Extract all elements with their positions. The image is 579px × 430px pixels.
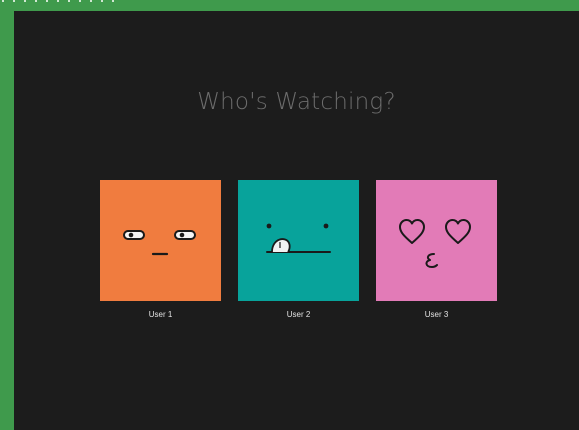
profile-user-1[interactable]: User 1 <box>100 180 221 319</box>
profile-user-3[interactable]: User 3 <box>376 180 497 319</box>
avatar[interactable] <box>100 180 221 301</box>
profile-name: User 3 <box>424 310 449 319</box>
avatar[interactable] <box>238 180 359 301</box>
kissing-heart-eyes-face-icon <box>376 180 497 301</box>
profile-selection-screen: Who's Watching? User 1 User 2 User 3 <box>14 11 579 430</box>
profile-name: User 1 <box>148 310 173 319</box>
sleepy-face-icon <box>100 180 221 301</box>
tongue-out-face-icon <box>238 180 359 301</box>
profile-user-2[interactable]: User 2 <box>238 180 359 319</box>
profile-name: User 2 <box>286 310 311 319</box>
profile-list: User 1 User 2 User 3 <box>100 180 497 319</box>
frame-dots <box>2 0 114 4</box>
page-title: Who's Watching? <box>197 89 396 115</box>
avatar[interactable] <box>376 180 497 301</box>
window-frame: Who's Watching? User 1 User 2 User 3 <box>0 0 579 430</box>
